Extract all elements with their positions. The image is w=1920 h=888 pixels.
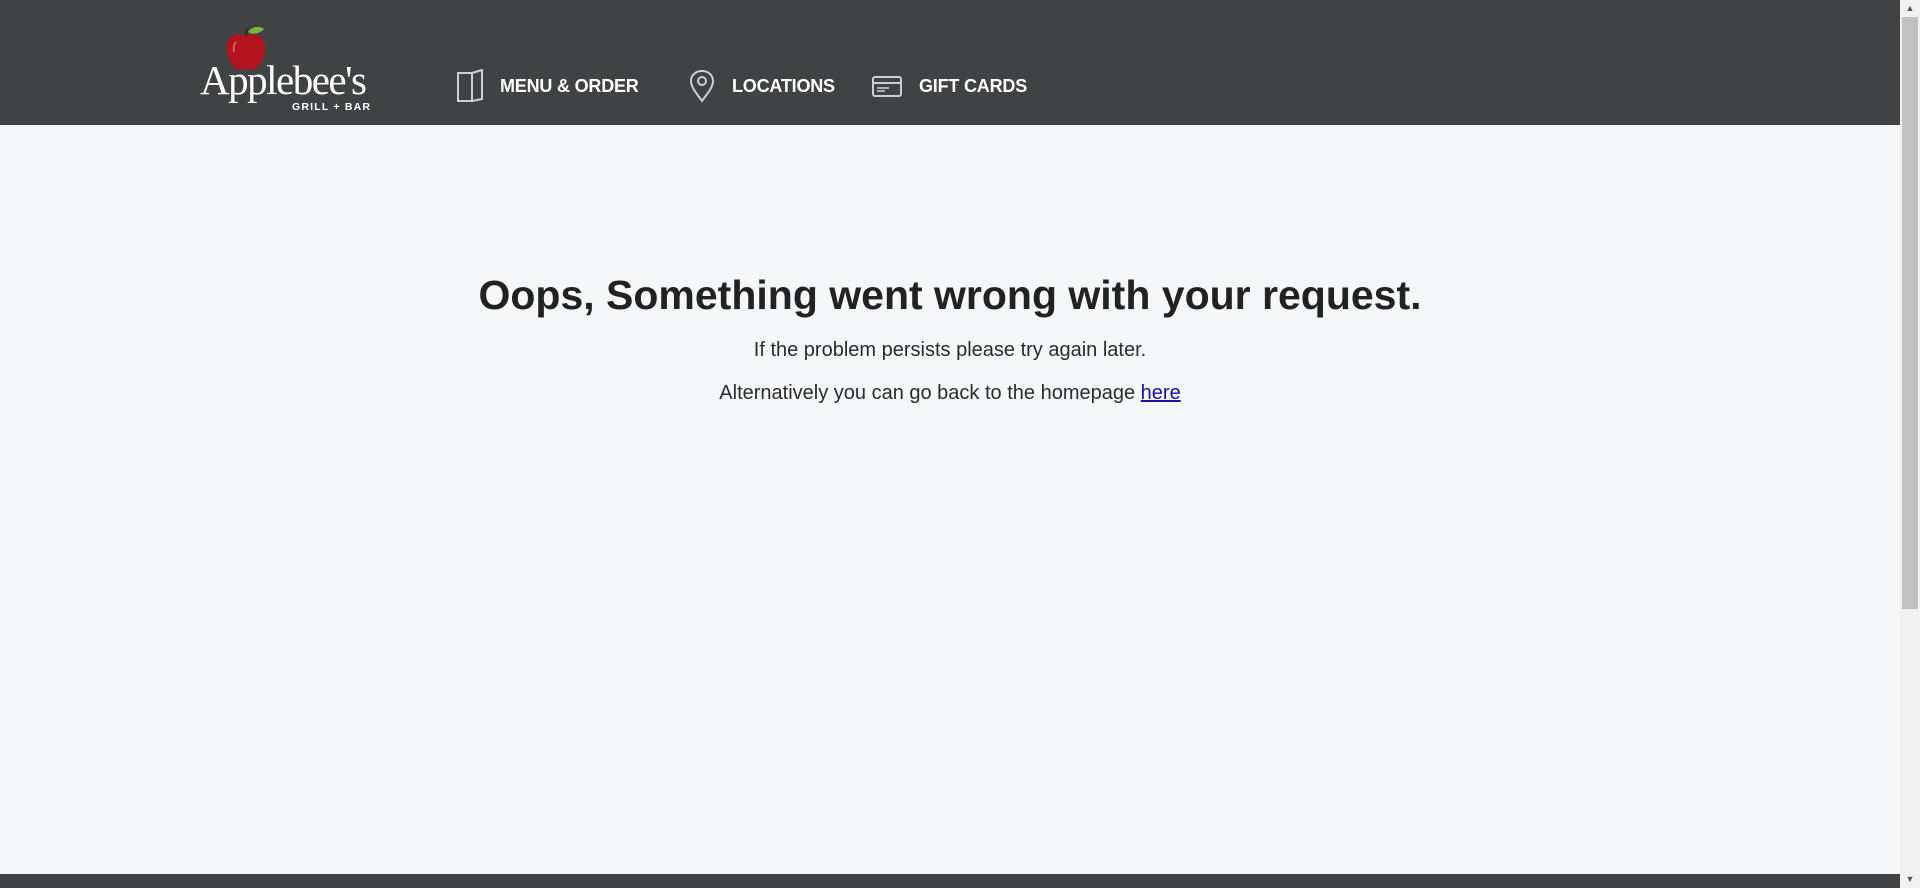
scrollbar[interactable]: ▲ ▼: [1900, 0, 1920, 888]
scroll-up-icon[interactable]: ▲: [1900, 0, 1920, 17]
logo-wordmark: Applebee's: [200, 57, 367, 103]
nav-label: LOCATIONS: [732, 75, 835, 96]
applebees-logo[interactable]: Applebee's GRILL + BAR: [200, 22, 370, 114]
menu-book-icon: [457, 69, 483, 102]
scroll-down-icon[interactable]: ▼: [1900, 871, 1920, 888]
homepage-link[interactable]: here: [1141, 382, 1181, 404]
location-pin-icon: [689, 69, 715, 103]
error-title: Oops, Something went wrong with your req…: [478, 272, 1422, 318]
nav-menu-order[interactable]: MENU & ORDER: [456, 66, 639, 106]
nav-gift-cards[interactable]: GIFT CARDS: [871, 66, 1027, 106]
site-header: Applebee's GRILL + BAR MENU & ORDER LOCA…: [0, 0, 1900, 125]
scrollbar-thumb[interactable]: [1902, 17, 1918, 609]
nav-label: MENU & ORDER: [500, 75, 639, 96]
error-message: If the problem persists please try again…: [753, 339, 1147, 361]
logo-tagline: GRILL + BAR: [292, 101, 372, 113]
footer-strip: [0, 874, 1900, 888]
homepage-message: Alternatively you can go back to the hom…: [0, 382, 1900, 405]
gift-card-icon: [872, 76, 902, 97]
nav-locations[interactable]: LOCATIONS: [688, 66, 835, 106]
nav-label: GIFT CARDS: [919, 75, 1027, 96]
homepage-message-text: Alternatively you can go back to the hom…: [719, 382, 1141, 404]
